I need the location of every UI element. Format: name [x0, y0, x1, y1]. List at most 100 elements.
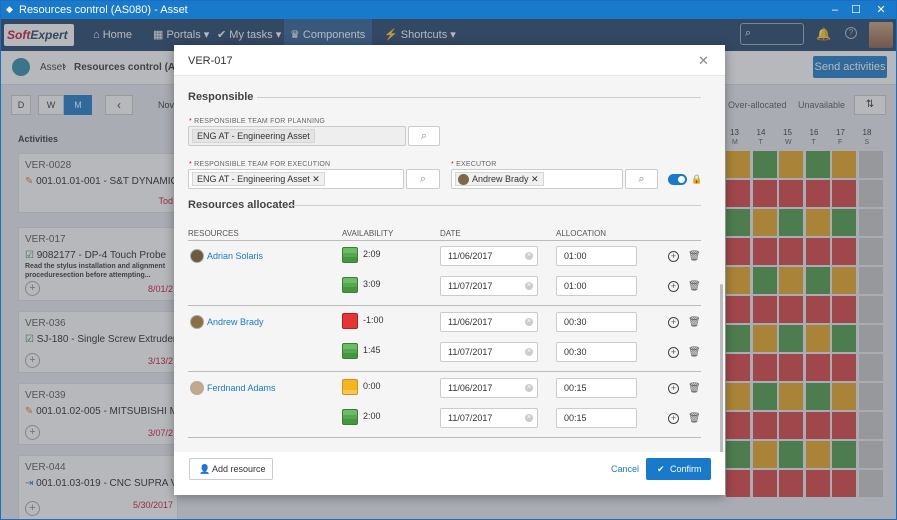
row-divider [188, 371, 701, 372]
remove-icon[interactable]: ✕ [312, 174, 320, 184]
clear-icon[interactable]: × [525, 348, 533, 356]
cancel-button[interactable]: Cancel [611, 464, 639, 474]
dialog-body: Responsible * RESPONSIBLE TEAM FOR PLANN… [174, 76, 725, 452]
allocation-input[interactable]: 01:00 [556, 276, 637, 296]
execution-label-text: RESPONSIBLE TEAM FOR EXECUTION [194, 161, 331, 168]
trash-icon[interactable]: 🗑 [688, 383, 701, 394]
scrollbar[interactable] [720, 284, 723, 452]
divider [257, 97, 701, 98]
planning-team-field[interactable]: ENG AT - Engineering Asset [188, 126, 406, 146]
remove-icon[interactable]: ✕ [531, 174, 539, 184]
add-user-icon: 👤 [199, 464, 211, 474]
availability-value: 0:00 [363, 381, 381, 391]
trash-icon[interactable]: 🗑 [688, 251, 701, 262]
title-bar: ◆ Resources control (AS080) - Asset – ☐ … [1, 1, 896, 19]
planning-search-button[interactable]: ⌕ [408, 126, 440, 146]
allocation-input[interactable]: 00:30 [556, 312, 637, 332]
row-divider [188, 305, 701, 306]
execution-team-field[interactable]: ENG AT - Engineering Asset ✕ [188, 169, 404, 189]
add-circle-icon[interactable]: + [668, 281, 679, 292]
col-resources: RESOURCES [188, 229, 239, 238]
resource-name[interactable]: Ferdnand Adams [207, 383, 276, 393]
close-icon[interactable]: ✕ [698, 53, 709, 69]
add-resource-button[interactable]: 👤 Add resource [189, 458, 273, 480]
executor-field[interactable]: Andrew Brady ✕ [451, 169, 623, 189]
executor-tag: Andrew Brady ✕ [455, 172, 544, 186]
resource-name[interactable]: Adrian Solaris [207, 251, 263, 261]
availability-value: 2:09 [363, 249, 381, 259]
add-resource-label: Add resource [212, 464, 266, 474]
execution-team-tag: ENG AT - Engineering Asset ✕ [192, 172, 325, 186]
availability-indicator [342, 247, 358, 263]
trash-icon[interactable]: 🗑 [688, 317, 701, 328]
clear-icon[interactable]: × [525, 384, 533, 392]
search-icon: ⌕ [638, 173, 645, 185]
allocation-input[interactable]: 00:30 [556, 342, 637, 362]
trash-icon[interactable]: 🗑 [688, 281, 701, 292]
add-circle-icon[interactable]: + [668, 347, 679, 358]
allocation-input[interactable]: 00:15 [556, 408, 637, 428]
dialog-title: VER-017 [188, 55, 233, 67]
executor-toggle[interactable] [668, 174, 687, 185]
divider [289, 205, 701, 206]
planning-team-tag: ENG AT - Engineering Asset [192, 129, 315, 143]
add-circle-icon[interactable]: + [668, 317, 679, 328]
availability-indicator [342, 409, 358, 425]
dialog-header: VER-017 ✕ [174, 45, 725, 76]
executor-label-text: EXECUTOR [456, 161, 497, 168]
dialog-footer: 👤 Add resource Cancel ✔ Confirm [174, 452, 725, 495]
avatar [190, 249, 204, 263]
executor-label: * EXECUTOR [451, 161, 497, 168]
resource-dialog: VER-017 ✕ Responsible * RESPONSIBLE TEAM… [174, 45, 725, 495]
window-title: Resources control (AS080) - Asset [19, 4, 188, 16]
col-date: DATE [440, 229, 461, 238]
execution-search-button[interactable]: ⌕ [406, 169, 440, 189]
close-window-button[interactable]: ✕ [869, 2, 893, 18]
avatar [190, 381, 204, 395]
executor-search-button[interactable]: ⌕ [625, 169, 658, 189]
allocation-input[interactable]: 00:15 [556, 378, 637, 398]
execution-team-value: ENG AT - Engineering Asset [197, 174, 310, 184]
app-window: ◆ Resources control (AS080) - Asset – ☐ … [0, 0, 897, 520]
search-icon: ⌕ [419, 173, 427, 185]
add-circle-icon[interactable]: + [668, 251, 679, 262]
availability-value: 2:00 [363, 411, 381, 421]
date-input[interactable]: 11/07/2017 × [440, 342, 538, 362]
trash-icon[interactable]: 🗑 [688, 413, 701, 424]
date-input[interactable]: 11/06/2017 × [440, 378, 538, 398]
check-icon: ✔ [657, 464, 665, 474]
col-allocation: ALLOCATION [556, 229, 607, 238]
allocation-input[interactable]: 01:00 [556, 246, 637, 266]
add-circle-icon[interactable]: + [668, 383, 679, 394]
availability-indicator [342, 379, 358, 395]
date-input[interactable]: 11/06/2017 × [440, 246, 538, 266]
col-availability: AVAILABILITY [342, 229, 394, 238]
maximize-button[interactable]: ☐ [844, 2, 868, 18]
clear-icon[interactable]: × [525, 252, 533, 260]
availability-indicator [342, 343, 358, 359]
app-icon: ◆ [6, 4, 13, 14]
availability-indicator [342, 313, 358, 329]
date-value: 11/07/2017 [448, 413, 493, 423]
trash-icon[interactable]: 🗑 [688, 347, 701, 358]
confirm-label: Confirm [670, 464, 702, 474]
execution-label: * RESPONSIBLE TEAM FOR EXECUTION [189, 161, 331, 168]
resource-name[interactable]: Andrew Brady [207, 317, 264, 327]
search-icon: ⌕ [420, 130, 428, 142]
date-value: 11/06/2017 [448, 383, 493, 393]
add-circle-icon[interactable]: + [668, 413, 679, 424]
date-input[interactable]: 11/06/2017 × [440, 312, 538, 332]
confirm-button[interactable]: ✔ Confirm [646, 458, 711, 480]
clear-icon[interactable]: × [525, 282, 533, 290]
availability-value: 3:09 [363, 279, 381, 289]
responsible-heading: Responsible [188, 91, 254, 103]
availability-value: 1:45 [363, 345, 381, 355]
clear-icon[interactable]: × [525, 318, 533, 326]
availability-value: -1:00 [363, 315, 384, 325]
planning-label-text: RESPONSIBLE TEAM FOR PLANNING [194, 118, 326, 125]
clear-icon[interactable]: × [525, 414, 533, 422]
date-input[interactable]: 11/07/2017 × [440, 408, 538, 428]
resources-allocated-heading: Resources allocated [188, 199, 295, 211]
date-input[interactable]: 11/07/2017 × [440, 276, 538, 296]
availability-indicator [342, 277, 358, 293]
